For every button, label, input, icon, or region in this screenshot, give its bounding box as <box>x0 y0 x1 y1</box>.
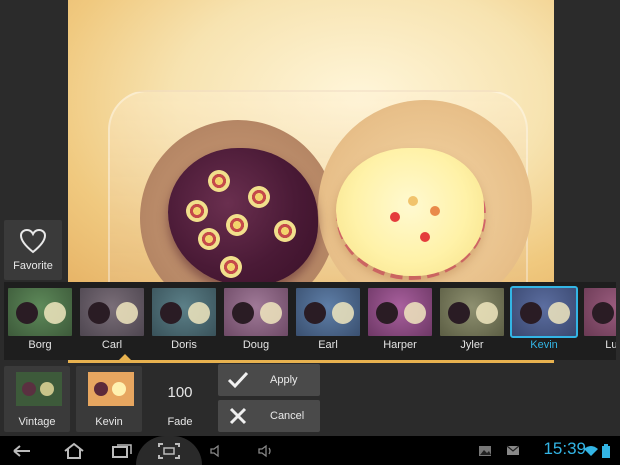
candy-piece <box>430 206 440 216</box>
volume-down-icon[interactable] <box>206 436 228 465</box>
filter-thumbnail <box>440 288 504 336</box>
candy-heart <box>390 212 400 222</box>
vintage-category-button[interactable]: Vintage <box>4 366 70 432</box>
filter-thumbnail <box>152 288 216 336</box>
filter-kevin[interactable]: Kevin <box>510 286 578 352</box>
filter-thumbnail <box>8 288 72 336</box>
cancel-button[interactable]: Cancel <box>218 400 320 432</box>
filter-lum[interactable]: Lum <box>582 286 616 352</box>
thumb-cupcake-dark <box>16 302 38 324</box>
mail-icon <box>504 436 522 465</box>
apply-label: Apply <box>270 374 298 386</box>
filter-thumbnail <box>224 288 288 336</box>
thumb-cupcake-dark <box>304 302 326 324</box>
cancel-label: Cancel <box>270 410 305 422</box>
filter-label: Lum <box>605 339 616 351</box>
filter-thumbnail <box>368 288 432 336</box>
filter-thumbnail <box>80 288 144 336</box>
screenshot-icon[interactable] <box>136 436 202 465</box>
fade-value: 100 <box>167 384 193 401</box>
sprinkle-cluster <box>274 220 296 242</box>
filter-thumbnail <box>296 288 360 336</box>
fade-label: Fade <box>167 416 193 428</box>
check-icon <box>227 371 249 389</box>
thumb-cupcake-dark <box>592 302 614 324</box>
filter-strip[interactable]: Borg Carl Doris Doug Earl Harper Jyler Kevin Lum <box>4 282 616 360</box>
filter-label: Kevin <box>530 339 558 351</box>
filter-label: Harper <box>383 339 417 351</box>
strip-accent-bar <box>68 360 554 363</box>
thumb-cupcake-light <box>548 302 570 324</box>
thumb-cupcake-dark <box>88 302 110 324</box>
sprinkle-cluster <box>248 186 270 208</box>
thumb-cupcake-light <box>260 302 282 324</box>
candy-piece <box>408 196 418 206</box>
apply-button[interactable]: Apply <box>218 364 320 396</box>
vanilla-cupcake <box>336 148 484 276</box>
kevin-preset-button[interactable]: Kevin <box>76 366 142 432</box>
thumb-cupcake-dark <box>448 302 470 324</box>
filter-label: Borg <box>28 339 52 351</box>
filter-label: Earl <box>318 339 338 351</box>
kevin-thumbnail <box>88 372 134 406</box>
gallery-icon <box>476 436 494 465</box>
filter-earl[interactable]: Earl <box>294 286 362 352</box>
thumb-cupcake-light <box>332 302 354 324</box>
photo-preview <box>68 0 554 284</box>
filter-label: Doug <box>242 339 270 351</box>
system-nav-bar: 15:39 <box>0 436 620 465</box>
thumb-cupcake-light <box>44 302 66 324</box>
sprinkle-cluster <box>226 214 248 236</box>
kevin-label: Kevin <box>95 416 123 428</box>
sprinkle-cluster <box>208 170 230 192</box>
filter-label: Jyler <box>460 339 484 351</box>
favorite-label: Favorite <box>13 260 53 272</box>
wifi-icon <box>582 436 600 465</box>
thumb-cupcake-light <box>188 302 210 324</box>
filter-label: Carl <box>101 339 123 351</box>
sprinkle-cluster <box>220 256 242 278</box>
thumb-cupcake-light <box>116 302 138 324</box>
thumb-cupcake-light <box>476 302 498 324</box>
close-icon <box>229 407 247 425</box>
back-icon[interactable] <box>8 436 36 465</box>
vintage-label: Vintage <box>18 416 56 428</box>
filter-thumbnail <box>510 286 578 338</box>
vintage-thumbnail <box>16 372 62 406</box>
thumb-cupcake-dark <box>376 302 398 324</box>
fade-control[interactable]: 100 Fade <box>148 366 212 432</box>
filter-harper[interactable]: Harper <box>366 286 434 352</box>
thumb-cupcake-dark <box>232 302 254 324</box>
thumb-cupcake-dark <box>520 302 542 324</box>
thumb-cupcake-light <box>404 302 426 324</box>
filter-label: Doris <box>171 339 197 351</box>
candy-heart <box>420 232 430 242</box>
thumb-cupcake-dark <box>160 302 182 324</box>
home-icon[interactable] <box>60 436 88 465</box>
filter-doug[interactable]: Doug <box>222 286 290 352</box>
volume-up-icon[interactable] <box>254 436 278 465</box>
favorite-button[interactable]: Favorite <box>4 220 62 280</box>
sprinkle-cluster <box>186 200 208 222</box>
sprinkle-cluster <box>198 228 220 250</box>
filter-jyler[interactable]: Jyler <box>438 286 506 352</box>
clock: 15:39 <box>543 439 586 458</box>
heart-outline-icon <box>19 228 47 254</box>
recent-apps-icon[interactable] <box>108 436 136 465</box>
filter-carl[interactable]: Carl <box>78 286 146 352</box>
filter-borg[interactable]: Borg <box>6 286 74 352</box>
filter-thumbnail <box>584 288 616 336</box>
filter-doris[interactable]: Doris <box>150 286 218 352</box>
battery-icon <box>600 436 612 465</box>
